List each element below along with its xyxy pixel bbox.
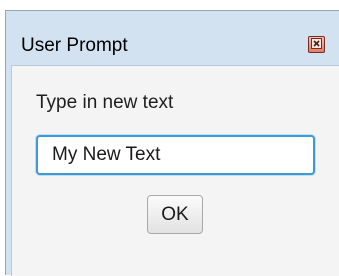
dialog-content: Type in new text OK xyxy=(11,65,339,276)
ok-button[interactable]: OK xyxy=(147,195,203,234)
window-title: User Prompt xyxy=(21,35,128,56)
close-icon xyxy=(311,36,322,54)
text-input[interactable] xyxy=(36,135,315,175)
title-bar[interactable]: User Prompt xyxy=(6,11,339,65)
close-button[interactable] xyxy=(308,36,325,53)
prompt-label: Type in new text xyxy=(36,92,174,113)
dialog-window: User Prompt Type in new text OK xyxy=(5,10,339,276)
